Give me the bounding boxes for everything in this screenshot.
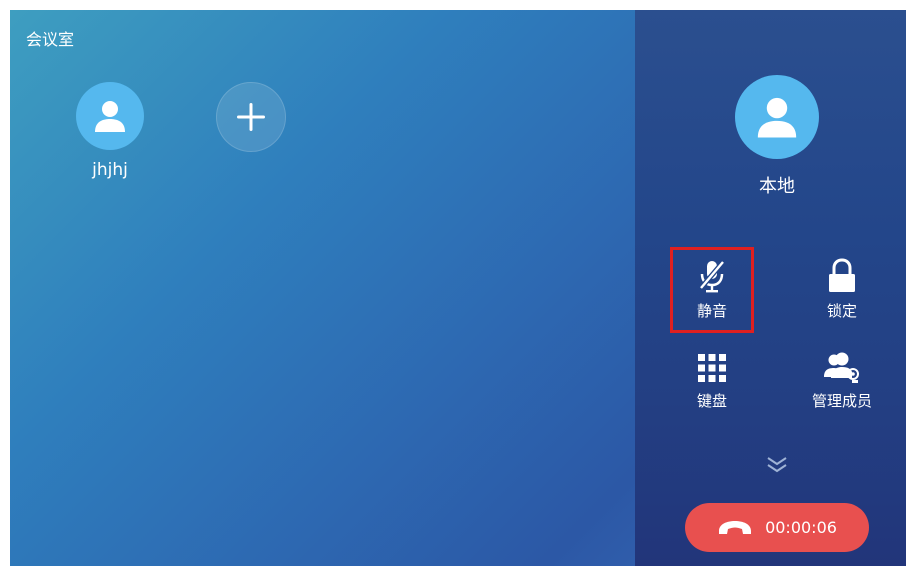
lock-icon xyxy=(829,258,855,292)
hangup-button[interactable]: 00:00:06 xyxy=(685,503,869,552)
keypad-button[interactable]: 键盘 xyxy=(667,344,757,424)
user-icon xyxy=(757,97,797,138)
hangup-phone-icon xyxy=(719,520,752,534)
mute-button[interactable]: 静音 xyxy=(667,254,757,334)
mic-muted-icon xyxy=(699,260,725,293)
user-icon xyxy=(95,101,125,132)
call-timer: 00:00:06 xyxy=(765,518,837,537)
local-name: 本地 xyxy=(759,176,795,197)
participant-name: jhjhj xyxy=(92,160,128,180)
add-participant-circle[interactable] xyxy=(216,82,286,152)
keypad-icon xyxy=(698,354,726,382)
manage-members-icon xyxy=(824,352,859,383)
lock-label: 锁定 xyxy=(826,302,857,320)
plus-icon xyxy=(237,103,265,131)
participant-avatar xyxy=(76,82,144,150)
call-screen: 会议室 jhjhj 本地 静音 锁定 键盘 管理成员 00:00:06 xyxy=(10,10,906,566)
local-avatar xyxy=(735,75,819,159)
manage-members-label: 管理成员 xyxy=(811,392,872,410)
conference-title: 会议室 xyxy=(26,30,75,49)
conference-area: 会议室 jhjhj xyxy=(10,10,635,566)
add-participant-button[interactable] xyxy=(206,82,296,152)
manage-members-button[interactable]: 管理成员 xyxy=(797,344,887,424)
mute-label: 静音 xyxy=(696,302,727,320)
control-panel: 本地 静音 锁定 键盘 管理成员 00:00:06 xyxy=(635,10,906,566)
expand-more-button[interactable] xyxy=(763,456,791,476)
double-chevron-down-icon xyxy=(767,457,787,473)
keypad-label: 键盘 xyxy=(696,392,727,410)
participant-jhjhj[interactable]: jhjhj xyxy=(65,82,155,180)
lock-button[interactable]: 锁定 xyxy=(797,254,887,334)
